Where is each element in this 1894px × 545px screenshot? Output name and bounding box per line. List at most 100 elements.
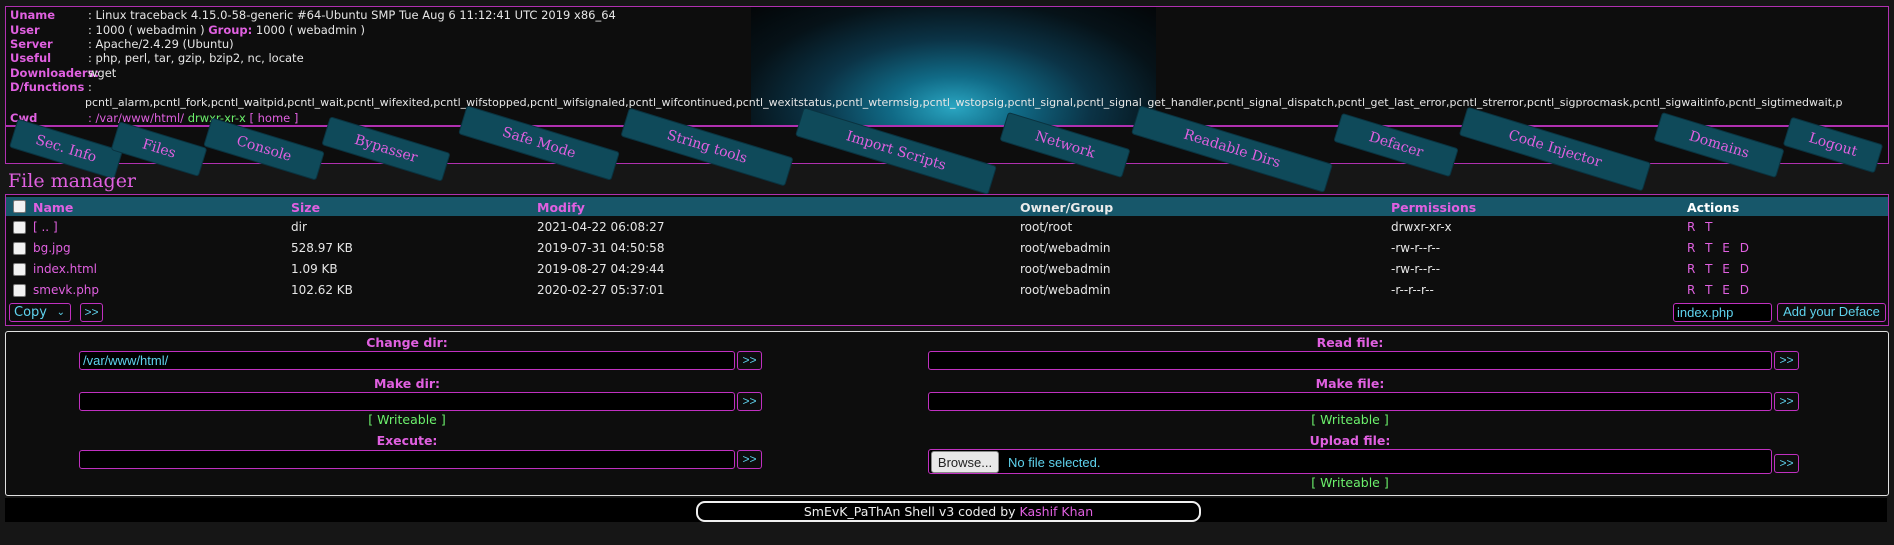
add-deface-button[interactable]: Add your Deface [1777,303,1886,322]
file-name-link[interactable]: index.html [33,262,97,276]
col-actions: Actions [1687,200,1740,215]
footer-credit: SmEvK_PaThAn Shell v3 coded by Kashif Kh… [696,501,1201,522]
file-checkbox[interactable] [13,284,26,297]
footer-text: SmEvK_PaThAn Shell v3 coded by [803,504,1016,519]
cwd-row: Cwd: /var/www/html/ drwxr-xr-x [ home ] [10,111,298,125]
file-size: 102.62 KB [291,283,353,297]
server-label: Server [10,37,53,51]
dfunctions-colon: : [88,80,92,94]
file-owner: root/root [1020,220,1073,234]
deface-filename-input[interactable]: index.php [1673,303,1772,322]
file-modified: 2019-08-27 04:29:44 [537,262,665,276]
upload-file-label: Upload file: [1309,433,1391,448]
uname-label: Uname [10,8,56,22]
make-dir-go-button[interactable]: >> [737,392,762,411]
file-actions[interactable]: R T [1687,220,1715,234]
bulk-action-value: Copy [14,305,47,320]
file-owner: root/webadmin [1020,262,1111,276]
file-permissions: -rw-r--r-- [1391,262,1441,276]
file-permissions: -r--r--r-- [1391,283,1434,297]
uname-row: Uname: Linux traceback 4.15.0-58-generic… [10,8,616,22]
file-actions[interactable]: R T E D [1687,241,1752,255]
file-actions[interactable]: R T E D [1687,262,1752,276]
col-size[interactable]: Size [291,200,320,215]
user-row: User: 1000 ( webadmin ) Group: 1000 ( we… [10,23,365,37]
file-name-link[interactable]: bg.jpg [33,241,71,255]
file-row: smevk.php 102.62 KB 2020-02-27 05:37:01 … [6,282,1888,302]
footer-author-link[interactable]: Kashif Khan [1020,504,1094,519]
make-file-input[interactable] [928,392,1772,411]
server-value: : Apache/2.4.29 (Ubuntu) [88,37,234,51]
file-checkbox[interactable] [13,263,26,276]
file-actions[interactable]: R T E D [1687,283,1752,297]
chevron-down-icon: ⌄ [56,307,65,318]
select-all-checkbox[interactable] [13,200,26,213]
file-checkbox[interactable] [13,221,26,234]
group-value: 1000 ( webadmin ) [255,23,365,37]
file-size: 1.09 KB [291,262,338,276]
col-permissions[interactable]: Permissions [1391,200,1476,215]
nav-files[interactable]: Files [111,122,207,176]
downloaders-label: Downloaders: [10,66,100,80]
no-file-selected-text: No file selected. [1008,455,1101,470]
useful-row: Useful : php, perl, tar, gzip, bzip2, nc,… [10,51,304,65]
file-owner: root/webadmin [1020,241,1111,255]
disabled-functions-list: pcntl_alarm,pcntl_fork,pcntl_waitpid,pcn… [85,96,1843,109]
bulk-action-select[interactable]: Copy ⌄ [9,303,71,322]
dfunctions-label: D/functions [10,80,85,94]
browse-button[interactable]: Browse... [931,451,999,473]
file-table-header: Name Size Modify Owner/Group Permissions… [6,197,1888,216]
upload-file-field[interactable]: Browse... No file selected. [928,449,1772,474]
cwd-path-link[interactable]: : /var/www/html/ [88,111,184,125]
col-name[interactable]: Name [33,200,73,215]
file-name-link[interactable]: [ .. ] [33,220,58,234]
change-dir-go-button[interactable]: >> [737,351,762,370]
col-owner: Owner/Group [1020,200,1114,215]
file-size: dir [291,220,307,234]
execute-go-button[interactable]: >> [737,450,762,469]
read-file-input[interactable] [928,351,1772,370]
make-file-label: Make file: [1315,376,1385,391]
file-checkbox[interactable] [13,242,26,255]
make-dir-label: Make dir: [373,376,441,391]
read-file-go-button[interactable]: >> [1774,351,1799,370]
nav-console[interactable]: Console [204,118,324,180]
read-file-label: Read file: [1316,335,1384,350]
file-owner: root/webadmin [1020,283,1111,297]
file-row: [ .. ] dir 2021-04-22 06:08:27 root/root… [6,219,1888,239]
file-manager-panel: Name Size Modify Owner/Group Permissions… [5,194,1889,326]
execute-label: Execute: [376,433,438,448]
downloaders-row: Downloaders:wget [10,66,116,80]
dfunctions-row: D/functions: [10,80,92,94]
make-dir-input[interactable] [79,392,735,411]
file-name-link[interactable]: smevk.php [33,283,99,297]
execute-input[interactable] [79,450,735,469]
bulk-action-go-button[interactable]: >> [80,303,103,322]
change-dir-input[interactable]: /var/www/html/ [79,351,735,370]
nav-logout[interactable]: Logout [1783,117,1883,173]
file-modified: 2020-02-27 05:37:01 [537,283,665,297]
file-manager-title: File manager [8,170,137,192]
make-file-writeable-status: [ Writeable ] [1311,412,1389,427]
col-modify[interactable]: Modify [537,200,585,215]
file-row: bg.jpg 528.97 KB 2019-07-31 04:50:58 roo… [6,240,1888,260]
tools-panel: Change dir: /var/www/html/ >> Make dir: … [5,331,1889,496]
upload-writeable-status: [ Writeable ] [1311,475,1389,490]
downloaders-value: wget [88,66,117,80]
file-permissions: -rw-r--r-- [1391,241,1441,255]
home-link[interactable]: [ home ] [249,111,298,125]
user-label: User [10,23,40,37]
useful-value: : php, perl, tar, gzip, bzip2, nc, locat… [88,51,304,65]
file-row: index.html 1.09 KB 2019-08-27 04:29:44 r… [6,261,1888,281]
group-label: Group: [208,23,253,37]
system-info-panel: Uname: Linux traceback 4.15.0-58-generic… [5,6,1889,126]
upload-go-button[interactable]: >> [1774,454,1799,473]
change-dir-label: Change dir: [366,335,448,350]
file-size: 528.97 KB [291,241,353,255]
useful-label: Useful [10,51,52,65]
main-navigation: Sec. Info Files Console Bypasser Safe Mo… [5,106,1889,194]
nav-bypasser[interactable]: Bypasser [322,117,450,181]
make-file-go-button[interactable]: >> [1774,392,1799,411]
file-permissions: drwxr-xr-x [1391,220,1452,234]
server-row: Server : Apache/2.4.29 (Ubuntu) [10,37,234,51]
